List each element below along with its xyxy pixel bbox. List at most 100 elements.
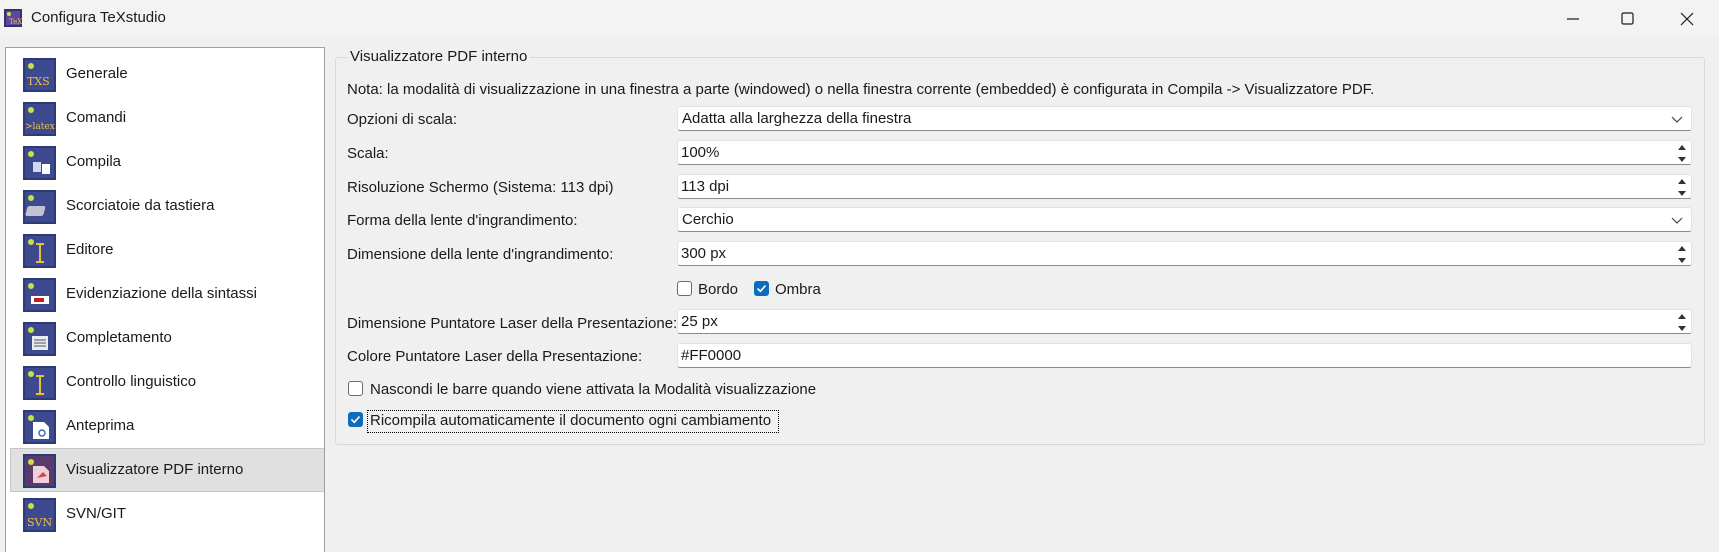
scale-options-value: Adatta alla larghezza della finestra <box>682 110 912 127</box>
sidebar-item-editore[interactable]: Editore <box>10 228 324 272</box>
preview-icon <box>23 410 56 444</box>
latex-icon: >latex <box>23 102 56 136</box>
spin-up-button[interactable] <box>1675 243 1689 253</box>
laser-size-label: Dimensione Puntatore Laser della Present… <box>347 315 678 332</box>
svn-icon: SVN <box>23 498 56 532</box>
hide-bars-checkbox-label[interactable]: Nascondi le barre quando viene attivata … <box>370 381 816 398</box>
spin-down-button[interactable] <box>1675 154 1689 164</box>
svg-text:TXS: TXS <box>27 75 50 88</box>
sidebar-item-compila[interactable]: Compila <box>10 140 324 184</box>
arrow-up-icon <box>1678 144 1686 150</box>
sidebar-item-completamento[interactable]: Completamento <box>10 316 324 360</box>
scale-value: 100% <box>681 144 720 161</box>
magnifier-size-spinbox[interactable]: 300 px <box>677 241 1692 266</box>
svg-text:TeX: TeX <box>9 18 22 26</box>
spin-buttons <box>1675 311 1689 333</box>
close-icon <box>1680 12 1694 25</box>
shadow-checkbox[interactable] <box>754 281 769 296</box>
resolution-spinbox[interactable]: 113 dpi <box>677 174 1692 199</box>
build-icon <box>23 146 56 180</box>
magnifier-shape-dropdown[interactable]: Cerchio <box>677 207 1692 232</box>
sidebar-item-label: Completamento <box>66 329 172 346</box>
texstudio-icon: TeX <box>4 9 22 27</box>
auto-recompile-checkbox[interactable] <box>348 412 363 427</box>
sidebar-item-label: Compila <box>66 153 122 170</box>
laser-color-label: Colore Puntatore Laser della Presentazio… <box>347 348 643 365</box>
settings-category-list[interactable]: TXS Generale >latex Comandi Compila Scor… <box>5 47 325 552</box>
windowed-mode-note: Nota: la modalità di visualizzazione in … <box>347 81 1375 98</box>
sidebar-item-label: Comandi <box>66 109 127 126</box>
border-checkbox-label[interactable]: Bordo <box>698 281 738 298</box>
sidebar-item-anteprima[interactable]: Anteprima <box>10 404 324 448</box>
completion-icon <box>23 322 56 356</box>
magnifier-size-value: 300 px <box>681 245 727 262</box>
laser-color-value: #FF0000 <box>681 347 742 364</box>
sidebar-item-evidenziazione[interactable]: Evidenziazione della sintassi <box>10 272 324 316</box>
spin-up-button[interactable] <box>1675 311 1689 321</box>
auto-recompile-checkbox-label[interactable]: Ricompila automaticamente il documento o… <box>370 412 771 429</box>
sidebar-item-comandi[interactable]: >latex Comandi <box>10 96 324 140</box>
spin-buttons <box>1675 176 1689 198</box>
checkmark-icon <box>756 284 767 293</box>
arrow-up-icon <box>1678 245 1686 251</box>
sidebar-item-svn-git[interactable]: SVN SVN/GIT <box>10 492 324 536</box>
scale-options-dropdown[interactable]: Adatta alla larghezza della finestra <box>677 106 1692 131</box>
title-bar: TeX Configura TeXstudio <box>0 0 1719 37</box>
sidebar-item-controllo[interactable]: Controllo linguistico <box>10 360 324 404</box>
chevron-down-icon <box>1671 217 1683 224</box>
sidebar-item-label: SVN/GIT <box>66 505 127 522</box>
spin-buttons <box>1675 243 1689 265</box>
chevron-down-icon <box>1671 116 1683 123</box>
scale-label: Scala: <box>347 145 389 162</box>
svg-text:>latex: >latex <box>25 122 55 132</box>
sidebar-item-generale[interactable]: TXS Generale <box>10 52 324 96</box>
spellcheck-icon <box>23 366 56 400</box>
spin-buttons <box>1675 142 1689 164</box>
spin-up-button[interactable] <box>1675 142 1689 152</box>
pdf-viewer-icon <box>23 454 56 488</box>
arrow-down-icon <box>1678 257 1686 263</box>
maximize-icon <box>1621 11 1634 25</box>
close-button[interactable] <box>1657 0 1717 37</box>
magnifier-shape-label: Forma della lente d'ingrandimento: <box>347 212 578 229</box>
magnifier-size-label: Dimensione della lente d'ingrandimento: <box>347 246 614 263</box>
resolution-value: 113 dpi <box>681 178 730 195</box>
svg-text:SVN: SVN <box>27 516 52 529</box>
arrow-down-icon <box>1678 156 1686 162</box>
groupbox-title: Visualizzatore PDF interno <box>347 48 531 65</box>
arrow-up-icon <box>1678 313 1686 319</box>
minimize-button[interactable] <box>1543 0 1603 37</box>
scale-spinbox[interactable]: 100% <box>677 140 1692 165</box>
txs-icon: TXS <box>23 58 56 92</box>
sidebar-item-label: Scorciatoie da tastiera <box>66 197 215 214</box>
arrow-down-icon <box>1678 190 1686 196</box>
spin-up-button[interactable] <box>1675 176 1689 186</box>
minimize-icon <box>1567 17 1579 20</box>
arrow-up-icon <box>1678 178 1686 184</box>
sidebar-item-label: Controllo linguistico <box>66 373 197 390</box>
spin-down-button[interactable] <box>1675 323 1689 333</box>
highlight-icon <box>23 278 56 312</box>
border-checkbox[interactable] <box>677 281 692 296</box>
text-cursor-icon <box>23 234 56 268</box>
hide-bars-checkbox[interactable] <box>348 381 363 396</box>
shadow-checkbox-label[interactable]: Ombra <box>775 281 821 298</box>
maximize-button[interactable] <box>1598 0 1658 37</box>
sidebar-item-scorciatoie[interactable]: Scorciatoie da tastiera <box>10 184 324 228</box>
magnifier-shape-value: Cerchio <box>682 211 734 228</box>
arrow-down-icon <box>1678 325 1686 331</box>
scale-options-label: Opzioni di scala: <box>347 111 458 128</box>
laser-color-input[interactable]: #FF0000 <box>677 343 1692 368</box>
sidebar-item-visualizzatore-pdf[interactable]: Visualizzatore PDF interno <box>10 448 324 492</box>
spin-down-button[interactable] <box>1675 188 1689 198</box>
laser-size-spinbox[interactable]: 25 px <box>677 309 1692 334</box>
sidebar-item-label: Generale <box>66 65 128 82</box>
spin-down-button[interactable] <box>1675 255 1689 265</box>
resolution-label: Risoluzione Schermo (Sistema: 113 dpi) <box>347 179 614 196</box>
sidebar-item-label: Anteprima <box>66 417 135 434</box>
sidebar-item-label: Evidenziazione della sintassi <box>66 285 257 302</box>
keyboard-icon <box>23 190 56 224</box>
sidebar-item-label: Visualizzatore PDF interno <box>66 461 244 478</box>
checkmark-icon <box>350 415 361 424</box>
sidebar-item-label: Editore <box>66 241 114 258</box>
